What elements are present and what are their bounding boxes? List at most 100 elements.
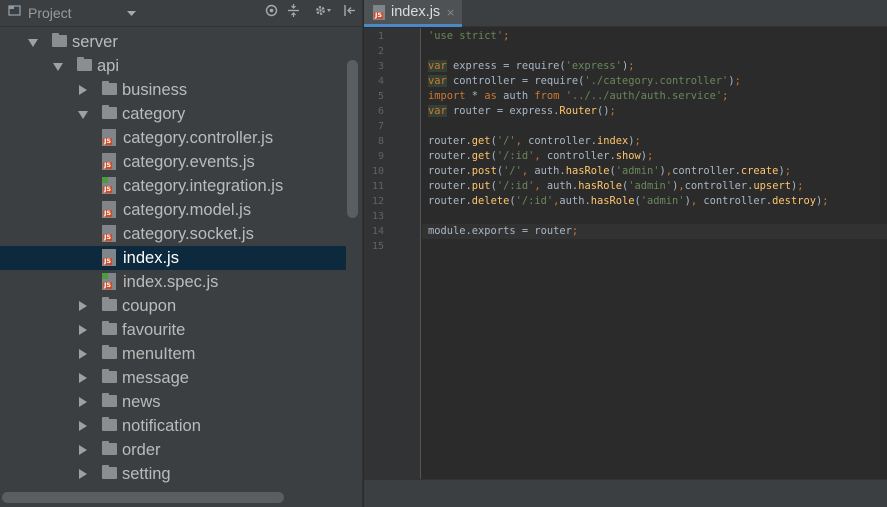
tree-item-api[interactable]: api (0, 54, 346, 78)
tree-item-news[interactable]: news (0, 390, 346, 414)
tree-item-label: index.spec.js (123, 273, 219, 291)
js-file-icon (102, 201, 116, 218)
line-number: 1 (377, 31, 384, 42)
chevron-right-icon[interactable] (79, 445, 87, 455)
tree-item-category-controller-js[interactable]: category.controller.js (0, 126, 346, 150)
code-token: ; (634, 135, 641, 147)
code-token: controller. (684, 180, 754, 192)
code-token: 'express' (565, 60, 622, 72)
chevron-down-icon[interactable] (53, 63, 63, 71)
code-token: post (471, 165, 497, 177)
chevron-right-icon[interactable] (79, 85, 87, 95)
code-token: router. (428, 135, 472, 147)
tree-item-order[interactable]: order (0, 438, 346, 462)
editor-bottom-bar (364, 479, 887, 507)
folder-icon (102, 297, 117, 311)
tree-item-setting[interactable]: setting (0, 462, 346, 486)
code-token: 'admin' (628, 180, 673, 192)
dropdown-arrow-icon[interactable] (124, 0, 138, 27)
tree-item-server[interactable]: server (0, 30, 346, 54)
close-icon[interactable]: × (446, 0, 455, 25)
tree-item-category-socket-js[interactable]: category.socket.js (0, 222, 346, 246)
code-token: ; (722, 90, 729, 102)
tree-item-index-js[interactable]: index.js (0, 246, 346, 270)
collapse-all-icon[interactable] (284, 0, 302, 27)
tree-vertical-scrollbar[interactable] (347, 60, 358, 218)
chevron-right-icon[interactable] (79, 373, 87, 383)
chevron-right-icon[interactable] (79, 349, 87, 359)
tree-item-message[interactable]: message (0, 366, 346, 390)
tree-item-label: category.socket.js (123, 225, 254, 243)
line-number: 5 (377, 91, 384, 102)
code-token: controller. (540, 150, 616, 162)
tree-item-coupon[interactable]: coupon (0, 294, 346, 318)
tab-index-js[interactable]: index.js × (364, 0, 462, 27)
chevron-right-icon[interactable] (79, 301, 87, 311)
code-token: router. (428, 165, 472, 177)
code-token: module.exports = router (428, 225, 572, 237)
tree-item-label: favourite (122, 321, 186, 339)
tree-item-label: server (72, 33, 118, 51)
code-token: * (465, 90, 485, 102)
tree-item-index-spec-js[interactable]: index.spec.js (0, 270, 346, 294)
chevron-down-icon[interactable] (78, 111, 88, 119)
line-number: 14 (371, 226, 384, 237)
line-number: 11 (371, 181, 384, 192)
project-view-selector[interactable]: Project (28, 0, 72, 27)
sync-target-icon[interactable] (262, 0, 280, 27)
code-token: ; (822, 195, 829, 207)
tree-item-category-integration-js[interactable]: category.integration.js (0, 174, 346, 198)
folder-icon (102, 393, 117, 407)
code-token: auth (496, 90, 535, 102)
code-token: from (534, 90, 560, 102)
tree-item-category[interactable]: category (0, 102, 346, 126)
chevron-right-icon[interactable] (79, 469, 87, 479)
code-token: destroy (772, 195, 816, 207)
tree-item-label: category.integration.js (123, 177, 284, 195)
code-token: as (484, 90, 497, 102)
tree-horizontal-scrollbar[interactable] (2, 492, 284, 503)
code-line: router.get('/:id', controller.show); (428, 149, 653, 164)
line-number: 7 (377, 121, 384, 132)
hide-panel-icon[interactable] (340, 0, 358, 27)
line-number-gutter: 1 2 3 4 5 6 7 8 9 10 11 12 13 14 15 (364, 28, 421, 479)
tree-item-label: news (122, 393, 161, 411)
tree-item-label: category.controller.js (123, 129, 274, 147)
tree-item-label: category.events.js (123, 153, 255, 171)
code-token: ; (797, 180, 804, 192)
code-token: './category.controller' (584, 75, 729, 87)
editor: index.js × 123456789101112131415 'use st… (364, 0, 887, 507)
code-token: Router (559, 105, 597, 117)
folder-icon (52, 33, 67, 47)
tree-item-label: message (122, 369, 189, 387)
code-token: '/:id' (515, 195, 554, 207)
code-token: '/:id' (496, 180, 535, 192)
code-token: var (428, 105, 447, 117)
chevron-right-icon[interactable] (79, 397, 87, 407)
code-token: auth. (528, 165, 566, 177)
tree-item-category-events-js[interactable]: category.events.js (0, 150, 346, 174)
chevron-right-icon[interactable] (79, 325, 87, 335)
code-token: ; (784, 165, 791, 177)
code-token: () (596, 105, 610, 117)
folder-icon (102, 465, 117, 479)
tree-item-label: category.model.js (123, 201, 252, 219)
tree-item-business[interactable]: business (0, 78, 346, 102)
line-number: 10 (371, 166, 384, 177)
code-token: controller. (697, 195, 773, 207)
tree-item-category-model-js[interactable]: category.model.js (0, 198, 346, 222)
folder-icon (102, 105, 117, 119)
tree-item-notification[interactable]: notification (0, 414, 346, 438)
settings-icon[interactable] (312, 0, 334, 27)
code-token: '/' (503, 165, 522, 177)
tree-item-menuitem[interactable]: menuItem (0, 342, 346, 366)
code-token: controller = require( (446, 75, 585, 87)
code-token: delete (471, 195, 510, 207)
code-token: var (428, 60, 447, 72)
chevron-down-icon[interactable] (28, 39, 38, 47)
code-token: controller. (672, 165, 741, 177)
code-token: controller. (521, 135, 597, 147)
chevron-right-icon[interactable] (79, 421, 87, 431)
code-token: router = express. (446, 105, 560, 117)
tree-item-favourite[interactable]: favourite (0, 318, 346, 342)
